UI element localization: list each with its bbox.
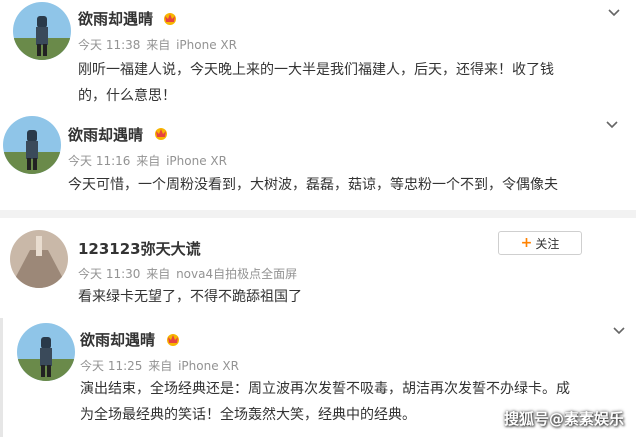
avatar[interactable] <box>13 2 71 60</box>
post-source[interactable]: iPhone XR <box>176 38 237 52</box>
source-prefix: 来自 <box>148 359 173 373</box>
user-name[interactable]: 123123弥天大谎 <box>78 238 201 259</box>
post-meta: 今天 11:30 来自 nova4自拍极点全面屏 <box>78 265 299 282</box>
chevron-down-icon[interactable] <box>611 322 627 338</box>
follow-button[interactable]: + 关注 <box>498 231 582 255</box>
post-1: 欲雨却遇晴 今天 11:38 来自 iPhone XR 刚听一福建人说，今天晚上… <box>0 0 636 112</box>
post-text: 今天可惜，一个周粉没看到，大树波，磊磊，菇谅，等忠粉一个不到，令偶像夫 <box>68 172 628 198</box>
watermark: 搜狐号@素素娱乐 <box>503 410 624 428</box>
user-name[interactable]: 欲雨却遇晴 <box>68 124 143 145</box>
avatar[interactable] <box>3 116 61 174</box>
avatar[interactable] <box>10 230 68 288</box>
post-source[interactable]: iPhone XR <box>166 154 227 168</box>
post-time: 今天 11:16 <box>68 154 131 168</box>
post-source[interactable]: nova4自拍极点全面屏 <box>176 267 297 281</box>
source-prefix: 来自 <box>146 267 171 281</box>
post-text-line: 看来绿卡无望了，不得不跪舔祖国了 <box>78 289 302 305</box>
post-meta: 今天 11:38 来自 iPhone XR <box>78 36 239 53</box>
post-text-line: 刚听一福建人说，今天晚上来的一大半是我们福建人，后天，还得来！收了钱 <box>78 62 554 78</box>
post-text: 看来绿卡无望了，不得不跪舔祖国了 <box>78 284 618 310</box>
avatar[interactable] <box>17 323 75 381</box>
post-text-line: 演出结束，全场经典还是：周立波再次发誓不吸毒，胡洁再次发誓不办绿卡。成 <box>80 381 570 397</box>
post-source[interactable]: iPhone XR <box>178 359 239 373</box>
divider <box>0 210 636 218</box>
vip-crown-icon <box>164 13 176 25</box>
post-text-line: 今天可惜，一个周粉没看到，大树波，磊磊，菇谅，等忠粉一个不到，令偶像夫 <box>68 177 558 193</box>
source-prefix: 来自 <box>136 154 161 168</box>
user-name[interactable]: 欲雨却遇晴 <box>80 329 155 350</box>
post-time: 今天 11:25 <box>80 359 143 373</box>
post-text: 刚听一福建人说，今天晚上来的一大半是我们福建人，后天，还得来！收了钱 的，什么意… <box>78 57 623 109</box>
post-time: 今天 11:38 <box>78 38 141 52</box>
chevron-down-icon[interactable] <box>606 4 622 20</box>
post-meta: 今天 11:16 来自 iPhone XR <box>68 152 229 169</box>
post-meta: 今天 11:25 来自 iPhone XR <box>80 357 241 374</box>
post-2: 欲雨却遇晴 今天 11:16 来自 iPhone XR 今天可惜，一个周粉没看到… <box>0 112 636 208</box>
post-3: 123123弥天大谎 今天 11:30 来自 nova4自拍极点全面屏 + 关注… <box>0 218 636 314</box>
post-time: 今天 11:30 <box>78 267 141 281</box>
post-text-line: 的，什么意思！ <box>78 88 176 104</box>
follow-label: 关注 <box>535 236 560 251</box>
user-name[interactable]: 欲雨却遇晴 <box>78 8 153 29</box>
chevron-down-icon[interactable] <box>604 116 620 132</box>
vip-crown-icon <box>167 334 179 346</box>
vip-crown-icon <box>155 128 167 140</box>
plus-icon: + <box>520 235 533 251</box>
source-prefix: 来自 <box>146 38 171 52</box>
